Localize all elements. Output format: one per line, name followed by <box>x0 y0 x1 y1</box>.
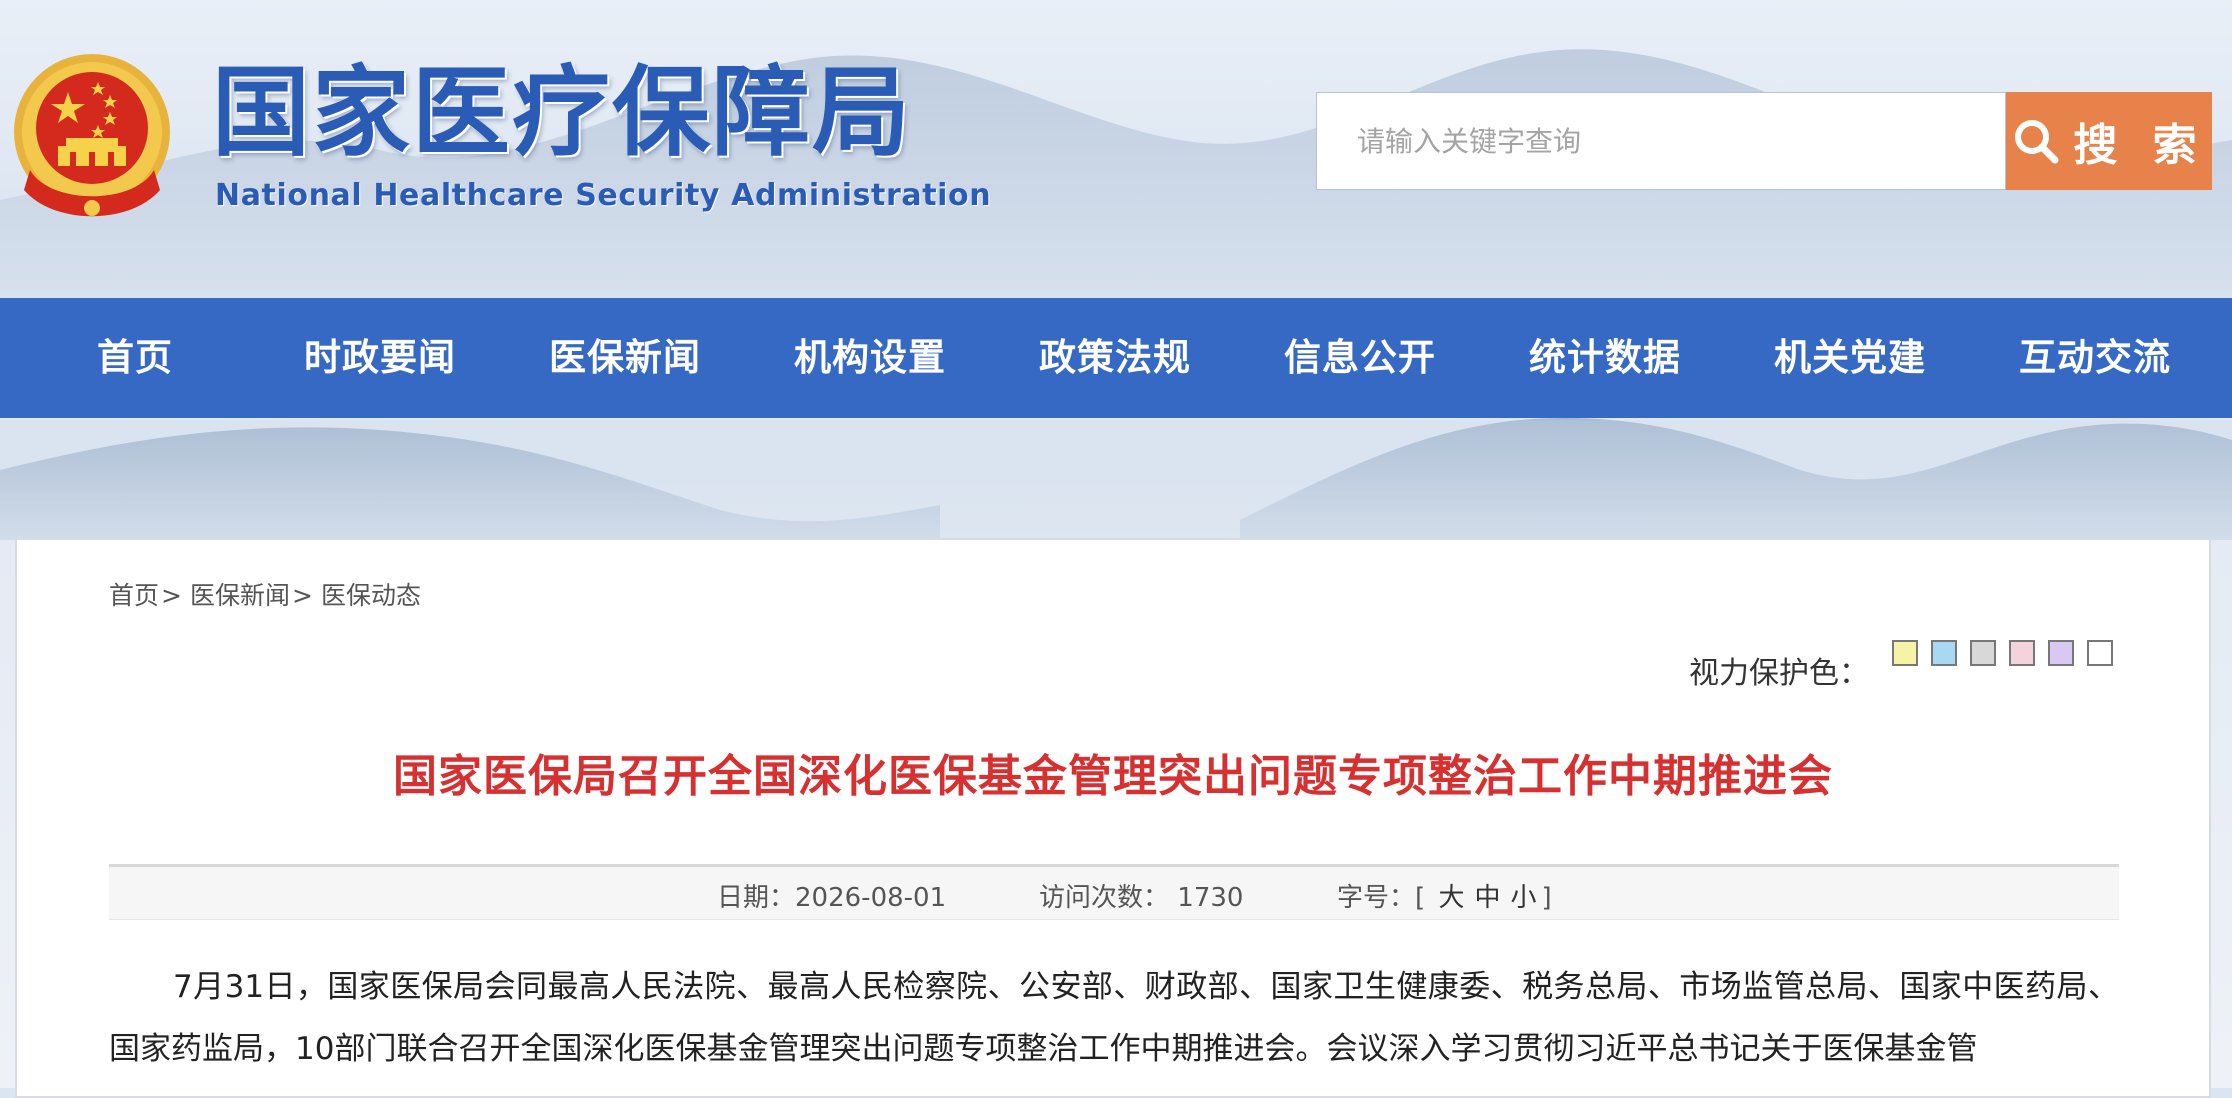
breadcrumb-home[interactable]: 首页 <box>109 581 159 610</box>
site-title: 国家医疗保障局 <box>212 55 913 170</box>
fontsize-bracket-close: ] <box>1541 883 1552 913</box>
nav-item-statistics[interactable]: 统计数据 <box>1470 298 1740 418</box>
eye-protect-label: 视力保护色： <box>1689 656 1869 691</box>
meta-views: 访问次数： 1730 <box>1039 877 1243 914</box>
swatch-purple[interactable] <box>2048 640 2074 666</box>
breadcrumb-separator: > <box>291 581 313 610</box>
site-subtitle: National Healthcare Security Administrat… <box>215 178 992 213</box>
article-title: 国家医保局召开全国深化医保基金管理突出问题专项整治工作中期推进会 <box>393 751 1833 802</box>
article-body: 7月31日，国家医保局会同最高人民法院、最高人民检察院、公安部、财政部、国家卫生… <box>109 969 2119 1067</box>
nav-item-organization[interactable]: 机构设置 <box>760 298 980 418</box>
search-input[interactable] <box>1316 92 2006 190</box>
main-nav: 首页 时政要闻 医保新闻 机构设置 政策法规 信息公开 统计数据 机关党建 互动… <box>0 298 2232 418</box>
nav-item-policies[interactable]: 政策法规 <box>980 298 1250 418</box>
national-emblem-icon <box>14 54 170 217</box>
date-label: 日期： <box>717 883 796 913</box>
nav-item-healthcare-news[interactable]: 医保新闻 <box>490 298 760 418</box>
nav-item-interaction[interactable]: 互动交流 <box>1960 298 2230 418</box>
fontsize-bracket-open: [ <box>1415 883 1426 913</box>
article-meta-bar: 日期：2026-08-01 访问次数： 1730 字号：[ 大中小] <box>109 864 2119 920</box>
fontsize-label: 字号： <box>1337 883 1416 913</box>
swatch-yellow[interactable] <box>1892 640 1918 666</box>
search-icon <box>2015 120 2059 164</box>
swatch-white[interactable] <box>2087 640 2113 666</box>
breadcrumb-healthcare-news[interactable]: 医保新闻 <box>190 581 290 610</box>
search-button[interactable]: 搜 索 <box>2006 92 2212 190</box>
breadcrumb-separator: > <box>161 581 182 610</box>
nav-item-home[interactable]: 首页 <box>0 298 270 418</box>
swatch-gray[interactable] <box>1970 640 1996 666</box>
date-value: 2026-08-01 <box>795 883 947 913</box>
nav-item-information-disclosure[interactable]: 信息公开 <box>1250 298 1470 418</box>
fontsize-small-link[interactable]: 小 <box>1510 883 1536 913</box>
views-label: 访问次数： <box>1039 883 1170 913</box>
fontsize-large-link[interactable]: 大 <box>1438 883 1464 913</box>
swatch-blue[interactable] <box>1931 640 1957 666</box>
swatch-pink[interactable] <box>2009 640 2035 666</box>
nav-item-current-affairs[interactable]: 时政要闻 <box>270 298 490 418</box>
eye-protect-swatches <box>1892 640 2126 666</box>
meta-date: 日期：2026-08-01 <box>717 877 946 914</box>
nav-item-party-building[interactable]: 机关党建 <box>1740 298 1960 418</box>
search-button-label: 搜 索 <box>2073 120 2207 171</box>
breadcrumb: 首页> 医保新闻> 医保动态 <box>109 576 421 612</box>
views-value: 1730 <box>1177 883 1244 913</box>
breadcrumb-healthcare-updates[interactable]: 医保动态 <box>321 581 421 610</box>
meta-fontsize: 字号：[ 大中小] <box>1337 877 1552 914</box>
fontsize-medium-link[interactable]: 中 <box>1474 883 1500 913</box>
article-card: 首页> 医保新闻> 医保动态 视力保护色： 国家医保局召开全国深化医保基金管理突出问… <box>15 538 2211 1098</box>
